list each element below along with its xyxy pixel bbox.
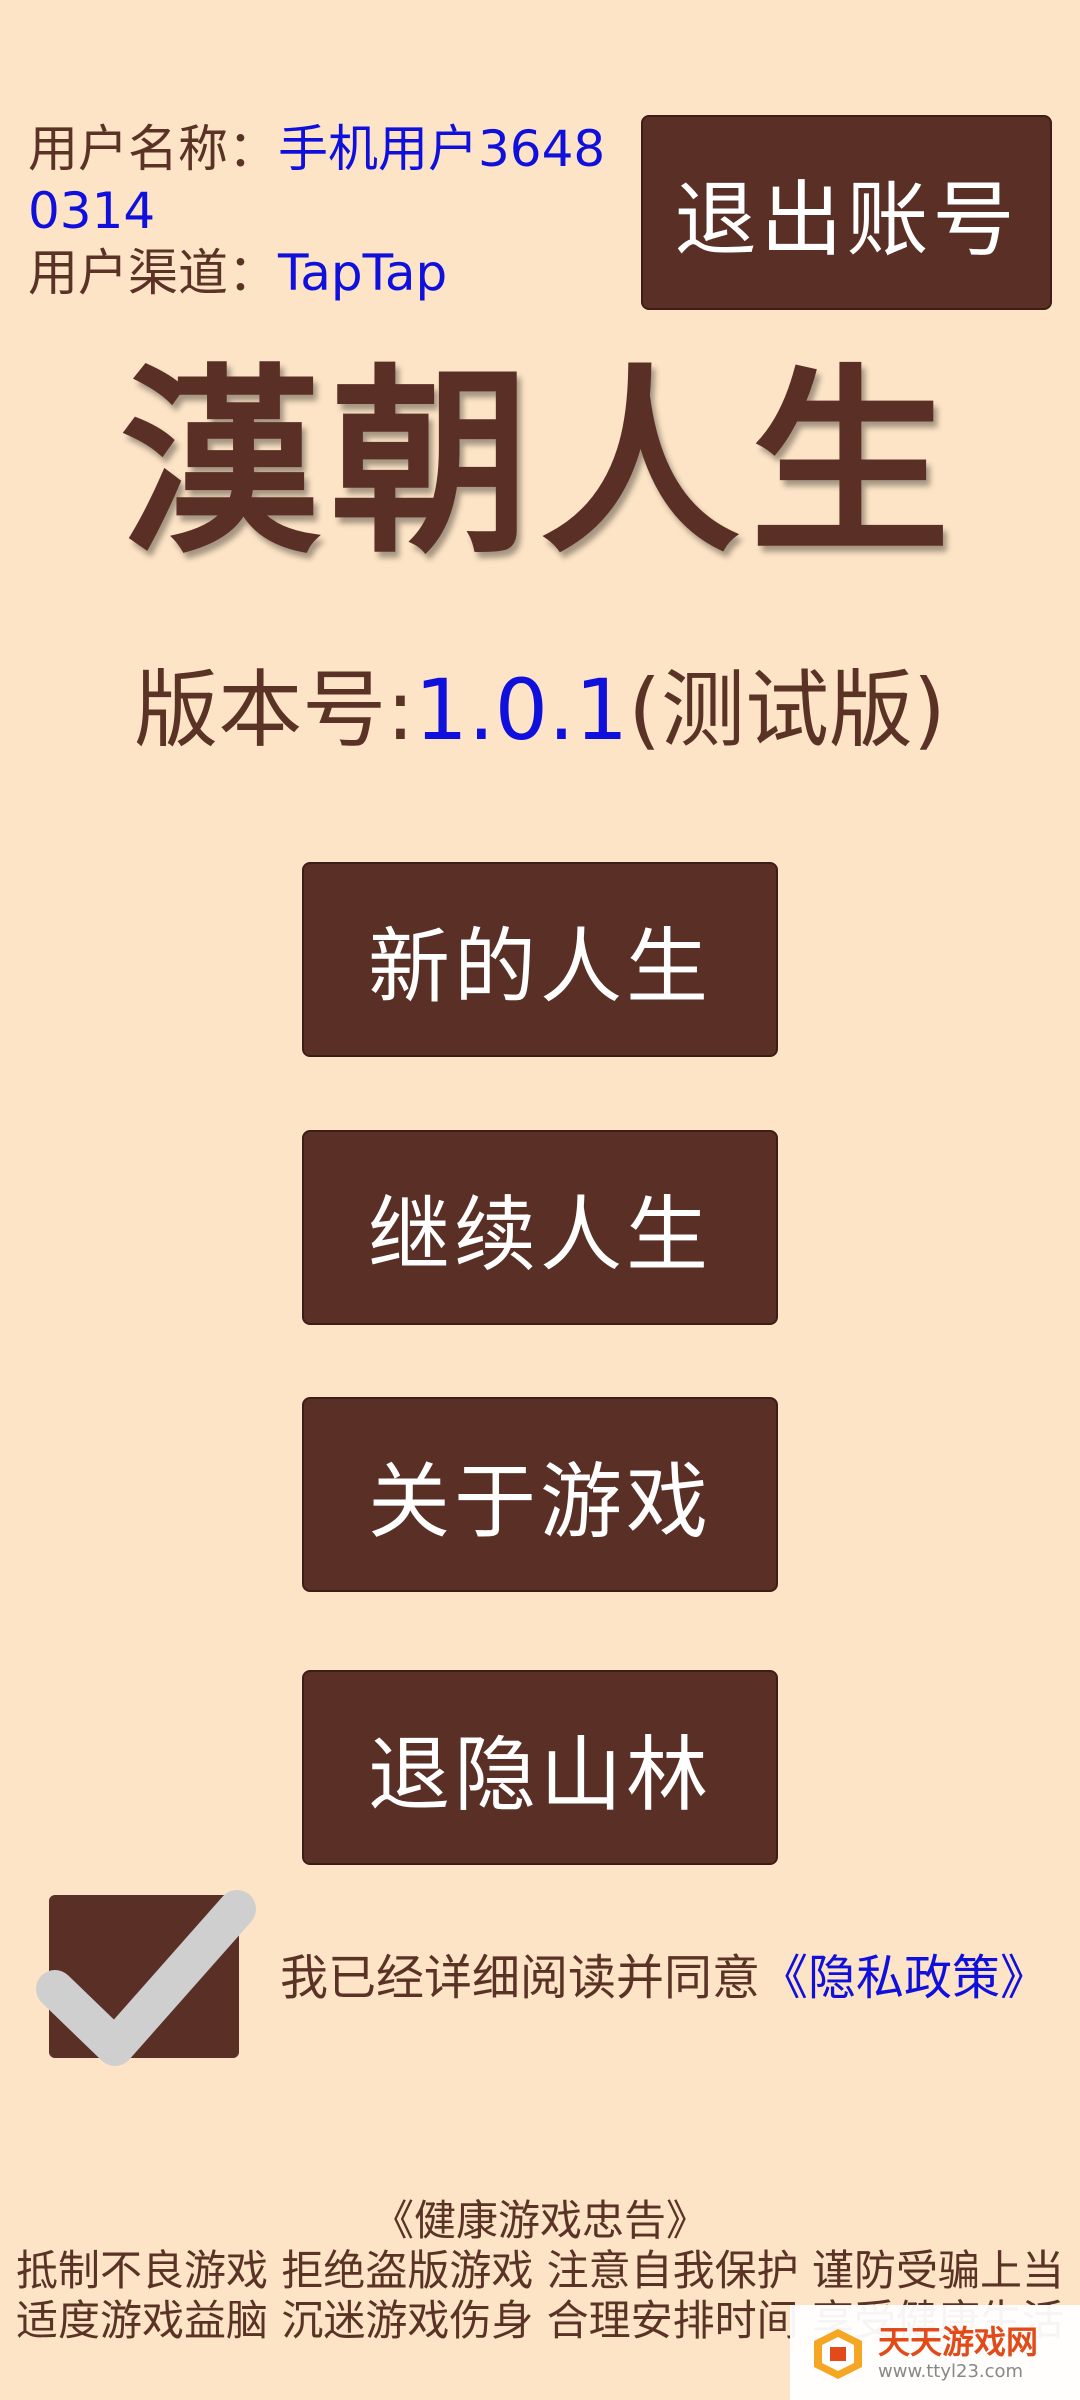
- user-info-panel: 用户名称：手机用户3648 0314 用户渠道：TapTap: [28, 118, 628, 304]
- user-channel-value: TapTap: [278, 244, 448, 302]
- checkmark-icon: [36, 1890, 256, 2066]
- version-line: 版本号:1.0.1(测试版): [0, 660, 1080, 760]
- logout-button[interactable]: 退出账号: [641, 115, 1052, 310]
- user-name-row-continued: 0314: [28, 180, 628, 242]
- watermark-url: www.ttyl23.com: [878, 2360, 1024, 2382]
- agreement-statement: 我已经详细阅读并同意: [280, 1950, 761, 2006]
- health-notice-title: 《健康游戏忠告》: [371, 2196, 708, 2245]
- game-title: 漢朝人生: [119, 348, 960, 581]
- watermark-text: 天天游戏网 www.ttyl23.com: [878, 2323, 1038, 2383]
- quit-button[interactable]: 退隐山林: [302, 1670, 778, 1865]
- about-game-button[interactable]: 关于游戏: [302, 1397, 778, 1592]
- user-name-label: 用户名称：: [28, 120, 278, 178]
- version-prefix: 版本号:: [134, 661, 415, 759]
- continue-life-button[interactable]: 继续人生: [302, 1130, 778, 1325]
- agreement-checkbox[interactable]: [36, 1890, 256, 2066]
- user-name-value: 手机用户3648: [278, 120, 606, 178]
- watermark-logo-icon: [814, 2328, 862, 2379]
- user-channel-row: 用户渠道：TapTap: [28, 242, 628, 304]
- site-watermark: 天天游戏网 www.ttyl23.com: [790, 2305, 1080, 2400]
- user-name-value-continued: 0314: [28, 182, 156, 240]
- version-suffix: (测试版): [628, 661, 946, 759]
- health-notice-line-1: 抵制不良游戏 拒绝盗版游戏 注意自我保护 谨防受骗上当: [15, 2246, 1065, 2295]
- watermark-name: 天天游戏网: [878, 2322, 1039, 2361]
- version-number: 1.0.1: [414, 661, 629, 759]
- new-life-button[interactable]: 新的人生: [302, 862, 778, 1057]
- user-name-row: 用户名称：手机用户3648: [28, 118, 628, 180]
- agreement-text: 我已经详细阅读并同意《隐私政策》: [280, 1948, 1048, 2008]
- privacy-policy-link[interactable]: 《隐私政策》: [760, 1950, 1048, 2006]
- user-channel-label: 用户渠道：: [28, 244, 278, 302]
